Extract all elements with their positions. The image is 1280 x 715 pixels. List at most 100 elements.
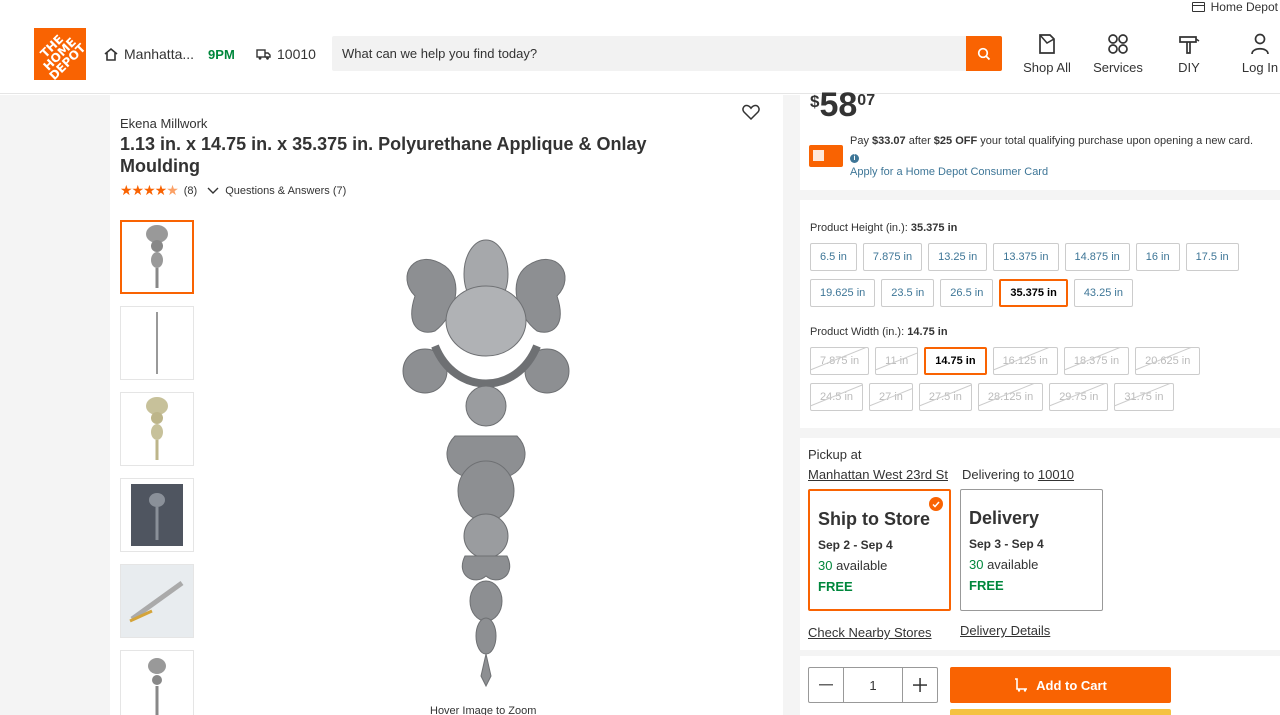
height-option-chip[interactable]: 6.5 in bbox=[810, 243, 857, 271]
search-button[interactable] bbox=[966, 36, 1002, 71]
height-option-chip[interactable]: 19.625 in bbox=[810, 279, 876, 307]
cart-icon bbox=[1015, 678, 1028, 692]
price-cents: 07 bbox=[857, 92, 876, 109]
search-input[interactable] bbox=[332, 36, 962, 71]
nav-services[interactable]: Services bbox=[1092, 32, 1144, 75]
width-option-chip: 24.5 in bbox=[810, 383, 864, 411]
shop-all-icon bbox=[1039, 34, 1055, 54]
services-icon bbox=[1108, 34, 1128, 54]
thumbnail-6[interactable] bbox=[120, 650, 194, 715]
ship-title: Ship to Store bbox=[818, 509, 930, 529]
delivery-cost: FREE bbox=[969, 578, 1004, 593]
checkmark-icon bbox=[929, 497, 943, 511]
rating-stars-icon[interactable]: ★★★★★ bbox=[120, 182, 179, 199]
home-depot-link[interactable]: Home Depot bbox=[1191, 0, 1278, 14]
left-gutter bbox=[0, 95, 110, 715]
delivery-dates: Sep 3 - Sep 4 bbox=[969, 537, 1044, 551]
width-options: 7.875 in 11 in 14.75 in 16.125 in 18.375 in 2… bbox=[810, 347, 1230, 411]
height-selected-value: 35.375 in bbox=[910, 222, 958, 234]
delivery-availability: 30 available bbox=[969, 557, 1039, 572]
height-option-chip[interactable]: 14.875 in bbox=[1064, 243, 1130, 271]
height-option-chip[interactable]: 16 in bbox=[1135, 243, 1180, 271]
thumbnail-5[interactable] bbox=[120, 564, 194, 638]
card-icon bbox=[1191, 2, 1205, 12]
width-option-chip: 31.75 in bbox=[1114, 383, 1174, 411]
height-option-chip[interactable]: 26.5 in bbox=[940, 279, 994, 307]
add-to-cart-label: Add to Cart bbox=[1036, 677, 1107, 693]
favorite-heart-icon[interactable] bbox=[742, 104, 760, 120]
increase-quantity-button[interactable] bbox=[903, 668, 937, 702]
nav-label: Shop All bbox=[1023, 60, 1071, 75]
zip-code: 10010 bbox=[277, 46, 316, 62]
width-option-chip: 7.875 in bbox=[810, 347, 870, 375]
search-bar bbox=[332, 36, 1002, 71]
ship-cost: FREE bbox=[818, 579, 853, 594]
height-option-chip[interactable]: 23.5 in bbox=[881, 279, 935, 307]
product-brand[interactable]: Ekena Millwork bbox=[120, 116, 207, 131]
promo-text: Pay $33.07 after $25 OFF your total qual… bbox=[850, 135, 1253, 163]
store-name: Manhatta... bbox=[124, 46, 195, 62]
product-title: 1.13 in. x 14.75 in. x 35.375 in. Polyur… bbox=[120, 134, 647, 176]
nav-shop-all[interactable]: Shop All bbox=[1022, 32, 1072, 75]
main-product-image[interactable] bbox=[395, 236, 577, 688]
height-option-chip[interactable]: 13.25 in bbox=[928, 243, 988, 271]
height-option-chip[interactable]: 43.25 in bbox=[1073, 279, 1133, 307]
check-nearby-stores-link[interactable]: Check Nearby Stores bbox=[808, 625, 932, 640]
delivering-to: Delivering to 10010 bbox=[962, 467, 1075, 482]
apply-card-link[interactable]: Apply for a Home Depot Consumer Card bbox=[850, 166, 1048, 178]
store-selector[interactable]: Manhatta... 9PM bbox=[104, 46, 235, 62]
width-option-chip[interactable]: 14.75 in bbox=[924, 347, 987, 375]
gold-ornament-thumb bbox=[146, 397, 168, 460]
height-option-chip[interactable]: 7.875 in bbox=[862, 243, 923, 271]
dimension-thumb bbox=[129, 580, 184, 623]
thumbnail-3[interactable] bbox=[120, 392, 194, 466]
user-icon bbox=[1251, 33, 1269, 55]
center-gutter bbox=[783, 95, 800, 715]
quantity-value[interactable]: 1 bbox=[843, 668, 903, 702]
thumbnail-2[interactable] bbox=[120, 306, 194, 380]
chevron-down-icon bbox=[207, 187, 219, 194]
rating-count[interactable]: (8) bbox=[184, 185, 197, 197]
buy-now-button[interactable] bbox=[950, 709, 1171, 715]
width-label: Product Width (in.): 14.75 in bbox=[810, 326, 948, 338]
height-options: 6.5 in 7.875 in 13.25 in 13.375 in 14.875 in… bbox=[810, 243, 1260, 307]
delivering-zip-link[interactable]: 10010 bbox=[1038, 467, 1074, 482]
nav-diy[interactable]: DIY bbox=[1170, 32, 1208, 75]
diy-hammer-icon bbox=[1179, 36, 1200, 54]
section-divider bbox=[800, 190, 1280, 200]
qa-label: Questions & Answers (7) bbox=[225, 184, 347, 197]
logo-text: THE HOME DEPOT bbox=[37, 31, 86, 80]
ornament-thumb bbox=[146, 225, 168, 288]
store-house-icon bbox=[104, 47, 118, 61]
width-option-chip: 27 in bbox=[869, 383, 913, 411]
thumbnail-4[interactable] bbox=[120, 478, 194, 552]
wall-panel-thumb bbox=[131, 484, 183, 546]
delivery-title: Delivery bbox=[969, 508, 1040, 528]
height-option-chip[interactable]: 13.375 in bbox=[993, 243, 1059, 271]
section-divider bbox=[800, 428, 1280, 438]
price-dollars: 58 bbox=[819, 86, 858, 124]
ship-to-store-option[interactable]: Ship to Store Sep 2 - Sep 4 30 available… bbox=[808, 489, 951, 611]
nav-label: Services bbox=[1093, 60, 1143, 75]
width-option-chip: 11 in bbox=[875, 347, 919, 375]
height-option-chip[interactable]: 35.375 in bbox=[999, 279, 1068, 307]
questions-answers-link[interactable]: Questions & Answers (7) bbox=[207, 185, 346, 197]
pickup-store-link[interactable]: Manhattan West 23rd St bbox=[808, 467, 948, 482]
decrease-quantity-button[interactable] bbox=[809, 668, 843, 702]
side-profile-thumb bbox=[156, 312, 158, 374]
promo-discount: $25 OFF bbox=[933, 135, 978, 147]
delivery-zip[interactable]: 10010 bbox=[256, 46, 316, 62]
search-icon bbox=[977, 47, 991, 60]
home-depot-logo[interactable]: THE HOME DEPOT bbox=[34, 28, 86, 80]
truck-icon bbox=[256, 48, 271, 60]
rating-row: ★★★★★ (8) Questions & Answers (7) bbox=[120, 182, 346, 199]
height-option-chip[interactable]: 17.5 in bbox=[1185, 243, 1239, 271]
price-currency: $ bbox=[810, 92, 820, 111]
delivery-option[interactable]: Delivery Sep 3 - Sep 4 30 available FREE bbox=[960, 489, 1103, 611]
thumbnail-1[interactable] bbox=[120, 220, 194, 294]
width-option-chip: 28.125 in bbox=[977, 383, 1044, 411]
nav-log-in[interactable]: Log In bbox=[1238, 32, 1280, 75]
delivery-details-link[interactable]: Delivery Details bbox=[960, 623, 1050, 638]
info-icon[interactable]: i bbox=[850, 153, 859, 163]
add-to-cart-button[interactable]: Add to Cart bbox=[950, 667, 1171, 703]
